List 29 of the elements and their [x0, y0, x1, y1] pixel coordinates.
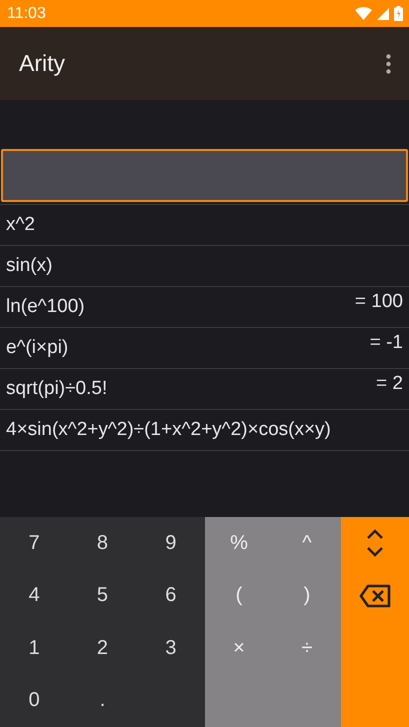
history-expression[interactable]: e^(i×pi) [6, 337, 68, 359]
digit-key[interactable]: 2 [68, 622, 137, 674]
history-expression[interactable]: 4×sin(x^2+y^2)÷(1+x^2+y^2)×cos(x×y) [6, 419, 331, 441]
history-result: = 100 [354, 291, 403, 313]
digit-key[interactable]: 9 [136, 517, 205, 570]
signal-icon [377, 8, 389, 20]
digit-key[interactable]: 8 [68, 517, 137, 570]
digit-key[interactable]: . [68, 674, 137, 727]
history-expression[interactable]: ln(e^100) [6, 296, 85, 318]
more-options-icon[interactable] [386, 54, 391, 74]
digit-key[interactable]: 1 [0, 622, 68, 674]
wifi-icon [355, 7, 372, 20]
digit-key[interactable]: 4 [0, 570, 68, 622]
expression-input[interactable] [1, 149, 408, 202]
battery-icon [394, 6, 403, 21]
app-title: Arity [19, 50, 65, 77]
backspace-icon[interactable] [359, 584, 391, 608]
history-result: = -1 [370, 332, 403, 354]
up-down-arrows-icon[interactable] [366, 528, 384, 558]
status-time: 11:03 [7, 4, 46, 22]
history-expression[interactable]: sin(x) [6, 255, 52, 277]
digit-key[interactable]: 0 [0, 674, 68, 727]
history-expression[interactable]: x^2 [6, 214, 35, 236]
digit-key[interactable]: 7 [0, 517, 68, 570]
history-expression[interactable]: sqrt(pi)÷0.5! [6, 378, 108, 400]
digit-key[interactable]: 5 [68, 570, 137, 622]
history-result: = 2 [376, 373, 403, 395]
digit-key[interactable]: 6 [136, 570, 205, 622]
digit-key[interactable]: 3 [136, 622, 205, 674]
